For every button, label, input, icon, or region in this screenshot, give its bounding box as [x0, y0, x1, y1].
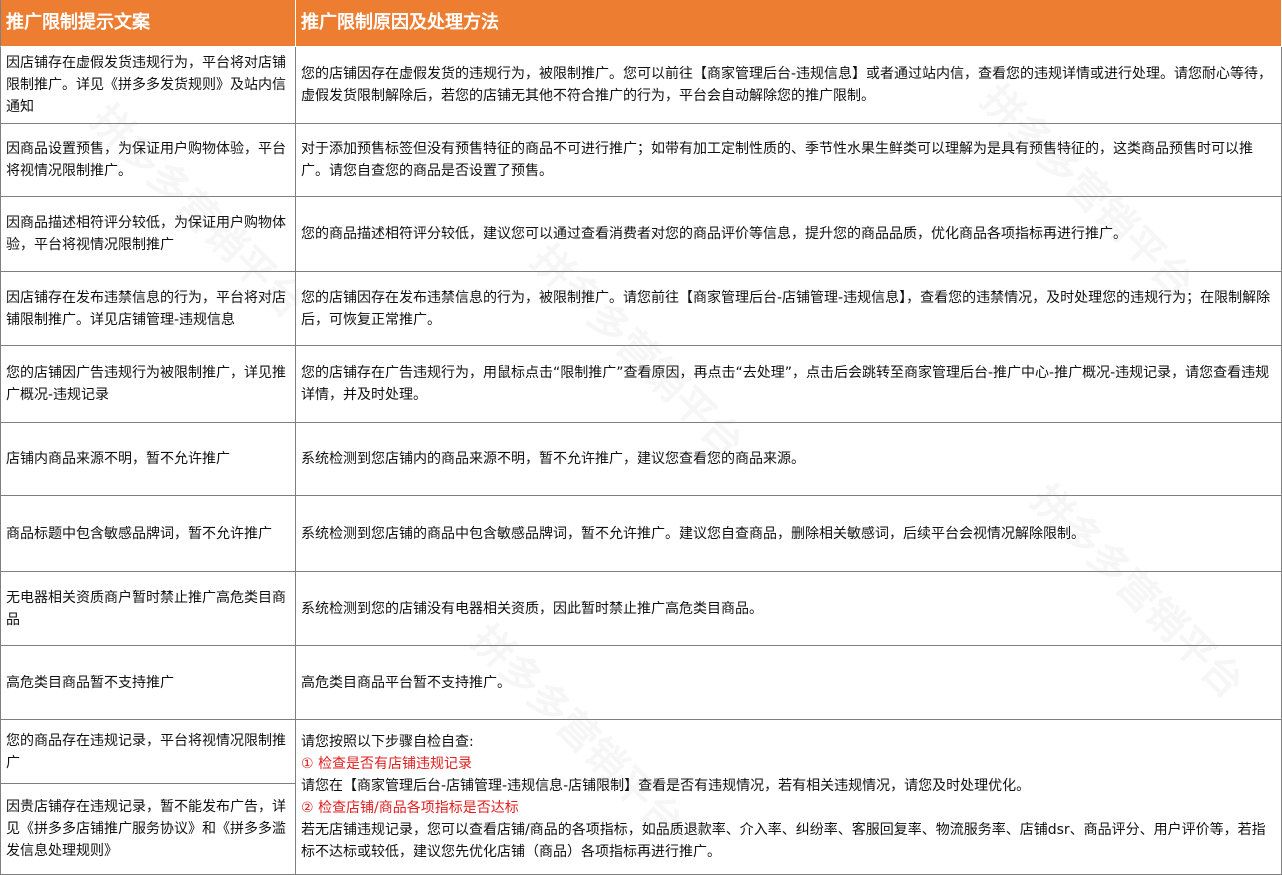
step-2-title: ② 检查店铺/商品各项指标是否达标 [301, 800, 519, 816]
tip-cell: 商品标题中包含敏感品牌词，暂不允许推广 [0, 496, 296, 572]
tip-cell: 因贵店铺存在违规记录，暂不能发布广告，详见《拼多多店铺推广服务协议》和《拼多多滥… [0, 784, 296, 875]
solution-text: 高危类目商品平台暂不支持推广。 [301, 674, 511, 691]
solution-cell: 您的店铺因存在发布违禁信息的行为，被限制推广。请您前往【商家管理后台-店铺管理-… [296, 272, 1282, 346]
tip-text: 商品标题中包含敏感品牌词，暂不允许推广 [6, 525, 272, 542]
solution-text: 对于添加预售标签但没有预售特征的商品不可进行推广；如带有加工定制性质的、季节性水… [301, 141, 1253, 179]
solution-text: 系统检测到您的店铺没有电器相关资质，因此暂时禁止推广高危类目商品。 [301, 600, 763, 617]
header-tip-label: 推广限制提示文案 [6, 12, 150, 33]
tip-text: 因店铺存在虚假发货违规行为，平台将对店铺限制推广。详见《拼多多发货规则》及站内信… [6, 55, 286, 115]
header-solution-column: 推广限制原因及处理方法 [296, 0, 1282, 47]
tip-text: 因店铺存在发布违禁信息的行为，平台将对店铺限制推广。详见店铺管理-违规信息 [6, 289, 286, 328]
solution-cell: 您的商品描述相符评分较低，建议您可以通过查看消费者对您的商品评价等信息，提升您的… [296, 197, 1282, 272]
solution-cell: 对于添加预售标签但没有预售特征的商品不可进行推广；如带有加工定制性质的、季节性水… [296, 124, 1282, 197]
self-check-steps: 请您按照以下步骤自检自查: ① 检查是否有店铺违规记录 请您在【商家管理后台-店… [301, 731, 1276, 863]
merged-solution-cell: 请您按照以下步骤自检自查: ① 检查是否有店铺违规记录 请您在【商家管理后台-店… [296, 720, 1282, 875]
solution-text: 系统检测到您店铺的商品中包含敏感品牌词，暂不允许推广。建议您自查商品，删除相关敏… [301, 525, 1085, 542]
solution-cell: 系统检测到您店铺的商品中包含敏感品牌词，暂不允许推广。建议您自查商品，删除相关敏… [296, 496, 1282, 572]
tip-cell: 您的店铺因广告违规行为被限制推广，详见推广概况-违规记录 [0, 346, 296, 423]
header-solution-label: 推广限制原因及处理方法 [301, 12, 499, 33]
tip-text: 店铺内商品来源不明，暂不允许推广 [6, 451, 230, 467]
tip-text: 因商品描述相符评分较低，为保证用户购物体验，平台将视情况限制推广 [6, 215, 286, 253]
restriction-table: 推广限制提示文案 推广限制原因及处理方法 因店铺存在虚假发货违规行为，平台将对店… [0, 0, 1282, 875]
tip-cell: 因店铺存在虚假发货违规行为，平台将对店铺限制推广。详见《拼多多发货规则》及站内信… [0, 47, 296, 124]
solution-text: 您的店铺因存在虚假发货的违规行为，被限制推广。您可以前往【商家管理后台-违规信息… [301, 66, 1273, 104]
solution-cell: 系统检测到您的店铺没有电器相关资质，因此暂时禁止推广高危类目商品。 [296, 572, 1282, 646]
solution-text: 您的商品描述相符评分较低，建议您可以通过查看消费者对您的商品评价等信息，提升您的… [301, 226, 1127, 242]
tip-cell: 无电器相关资质商户暂时禁止推广高危类目商品 [0, 572, 296, 646]
solution-cell: 高危类目商品平台暂不支持推广。 [296, 646, 1282, 720]
tip-text: 因商品设置预售，为保证用户购物体验，平台将视情况限制推广。 [6, 141, 286, 179]
tip-cell: 因商品设置预售，为保证用户购物体验，平台将视情况限制推广。 [0, 124, 296, 197]
self-check-intro: 请您按照以下步骤自检自查: [301, 734, 474, 750]
step-1-text: 请您在【商家管理后台-店铺管理-违规信息-店铺限制】查看是否有违规情况，若有相关… [301, 778, 1031, 794]
tip-text: 无电器相关资质商户暂时禁止推广高危类目商品 [6, 589, 286, 628]
solution-text: 您的店铺因存在发布违禁信息的行为，被限制推广。请您前往【商家管理后台-店铺管理-… [301, 289, 1271, 328]
step-2-text: 若无店铺违规记录，您可以查看店铺/商品的各项指标，如品质退款率、介入率、纠纷率、… [301, 822, 1266, 860]
tip-text: 您的店铺因广告违规行为被限制推广，详见推广概况-违规记录 [6, 365, 286, 403]
tip-cell: 高危类目商品暂不支持推广 [0, 646, 296, 720]
solution-cell: 您的店铺因存在虚假发货的违规行为，被限制推广。您可以前往【商家管理后台-违规信息… [296, 47, 1282, 124]
tip-text: 因贵店铺存在违规记录，暂不能发布广告，详见《拼多多店铺推广服务协议》和《拼多多滥… [6, 799, 286, 859]
tip-cell: 您的商品存在违规记录，平台将视情况限制推广 [0, 720, 296, 784]
tip-text: 高危类目商品暂不支持推广 [6, 674, 174, 691]
solution-text: 系统检测到您店铺内的商品来源不明，暂不允许推广，建议您查看您的商品来源。 [301, 451, 805, 467]
solution-text: 您的店铺存在广告违规行为，用鼠标点击“限制推广”查看原因，再点击“去处理”，点击… [301, 365, 1270, 403]
tip-cell: 因商品描述相符评分较低，为保证用户购物体验，平台将视情况限制推广 [0, 197, 296, 272]
tip-cell: 店铺内商品来源不明，暂不允许推广 [0, 423, 296, 496]
header-tip-column: 推广限制提示文案 [0, 0, 296, 47]
tip-cell: 因店铺存在发布违禁信息的行为，平台将对店铺限制推广。详见店铺管理-违规信息 [0, 272, 296, 346]
step-1-title: ① 检查是否有店铺违规记录 [301, 756, 473, 772]
solution-cell: 您的店铺存在广告违规行为，用鼠标点击“限制推广”查看原因，再点击“去处理”，点击… [296, 346, 1282, 423]
solution-cell: 系统检测到您店铺内的商品来源不明，暂不允许推广，建议您查看您的商品来源。 [296, 423, 1282, 496]
tip-text: 您的商品存在违规记录，平台将视情况限制推广 [6, 732, 286, 771]
